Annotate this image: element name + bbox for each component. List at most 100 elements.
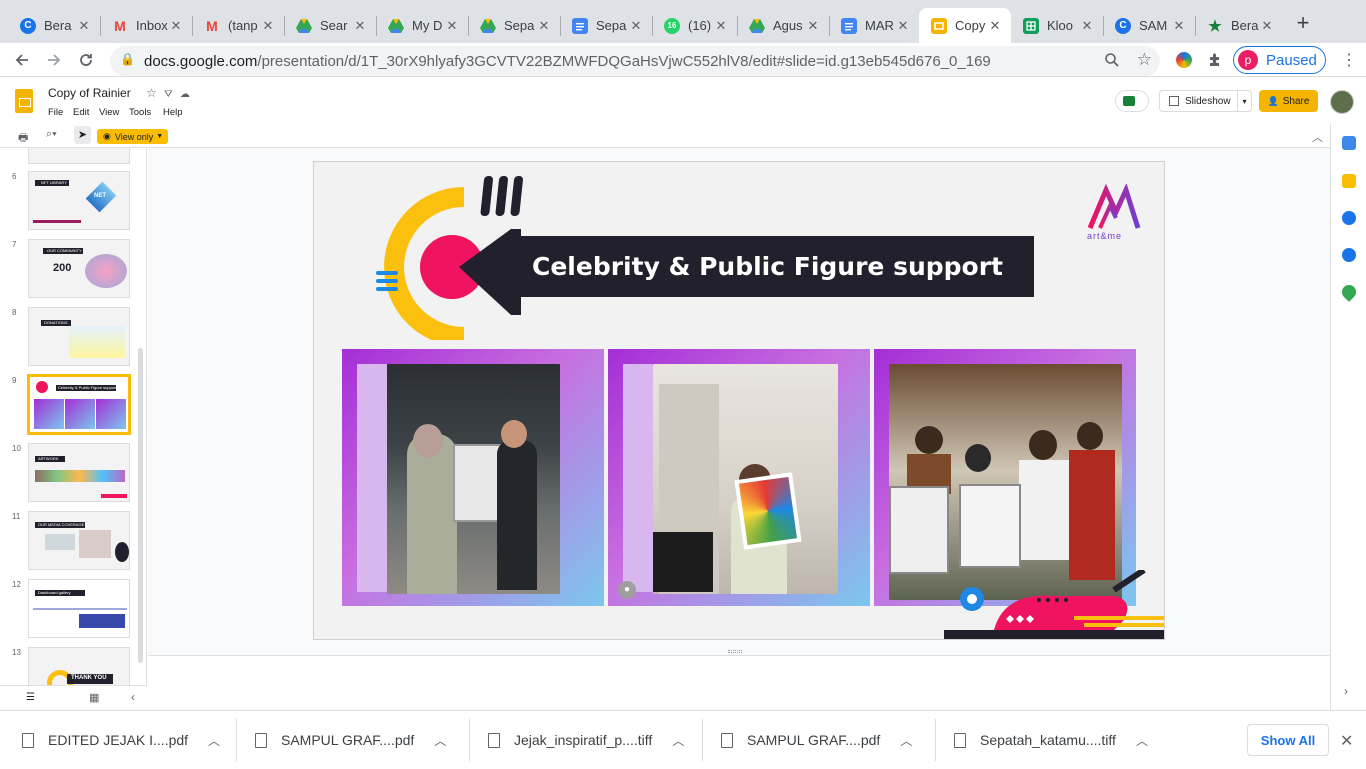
- menu-file[interactable]: File: [48, 107, 63, 118]
- star-icon[interactable]: ☆: [146, 86, 157, 100]
- download-item[interactable]: Jejak_inspiratif_p....tiff ︿: [488, 711, 684, 769]
- slide-thumbnail-9-selected[interactable]: Celebrity & Public Figure support: [27, 374, 131, 435]
- cloud-saved-icon[interactable]: ☁: [180, 89, 190, 100]
- calendar-icon[interactable]: [1342, 136, 1356, 150]
- chevron-up-icon[interactable]: ︿: [1136, 732, 1148, 749]
- chevron-up-icon[interactable]: ︿: [434, 732, 446, 749]
- new-tab-button[interactable]: +: [1291, 12, 1315, 36]
- contacts-icon[interactable]: [1342, 248, 1356, 262]
- menu-view[interactable]: View: [99, 107, 119, 118]
- close-icon[interactable]: ✕: [987, 18, 1003, 34]
- slide-thumbnail[interactable]: [28, 148, 130, 164]
- profile-paused-button[interactable]: p Paused: [1233, 46, 1326, 74]
- chevron-up-icon[interactable]: ︿: [900, 732, 912, 749]
- speaker-notes[interactable]: [148, 655, 1330, 710]
- slide-thumbnail-12[interactable]: Dashboard gallery: [28, 579, 130, 638]
- download-item[interactable]: EDITED JEJAK I....pdf ︿: [22, 711, 220, 769]
- menu-edit[interactable]: Edit: [73, 107, 89, 118]
- browser-tab[interactable]: Sear ✕: [284, 8, 376, 43]
- photo-frame-3[interactable]: [874, 349, 1136, 606]
- zoom-icon[interactable]: [1104, 52, 1120, 72]
- browser-tab-active[interactable]: Copy ✕: [919, 8, 1011, 43]
- browser-tab[interactable]: My D ✕: [376, 8, 468, 43]
- show-all-button[interactable]: Show All: [1247, 724, 1329, 756]
- slide-thumbnail-11[interactable]: OUR MEDIA COVERAGE: [28, 511, 130, 570]
- close-icon[interactable]: ✕: [628, 18, 644, 34]
- close-icon[interactable]: ✕: [1340, 731, 1353, 751]
- browser-tab[interactable]: M (tanp ✕: [192, 8, 284, 43]
- tab-title: Sepa: [504, 18, 535, 33]
- tasks-icon[interactable]: [1342, 211, 1356, 225]
- close-icon[interactable]: ✕: [444, 18, 460, 34]
- doc-title[interactable]: Copy of Rainier ☆ ⛛ ☁: [48, 86, 190, 100]
- close-icon[interactable]: ✕: [76, 18, 92, 34]
- slide-thumbnail-7[interactable]: OUR COMMUNITY 200: [28, 239, 130, 298]
- select-cursor-icon[interactable]: ➤: [74, 126, 91, 144]
- view-only-button[interactable]: ◉ View only ▼: [97, 129, 168, 144]
- slide-9[interactable]: Celebrity & Public Figure support art&me: [313, 161, 1165, 640]
- photo-frame-2[interactable]: ●: [608, 349, 870, 606]
- address-bar[interactable]: 🔒 docs.google.com/presentation/d/1T_30rX…: [110, 46, 1160, 76]
- browser-tab[interactable]: Sepa ✕: [560, 8, 652, 43]
- photo-frame-1[interactable]: [342, 349, 604, 606]
- shared-drive-icon[interactable]: ⛛: [164, 89, 172, 100]
- print-icon[interactable]: 🖶: [18, 129, 28, 148]
- slide-thumbnail-10[interactable]: ARTWORK: [28, 443, 130, 502]
- reload-button[interactable]: [73, 47, 99, 73]
- account-avatar[interactable]: [1330, 90, 1354, 114]
- browser-tab[interactable]: Sepa ✕: [468, 8, 560, 43]
- share-button[interactable]: 👤 Share: [1259, 90, 1318, 112]
- close-icon[interactable]: ✕: [895, 18, 911, 34]
- collapse-filmstrip-icon[interactable]: ‹: [131, 690, 135, 704]
- filmstrip-scrollbar[interactable]: [138, 348, 143, 663]
- close-icon[interactable]: ✕: [1079, 18, 1095, 34]
- close-icon[interactable]: ✕: [168, 18, 184, 34]
- copilot-extension-icon[interactable]: [1171, 47, 1197, 73]
- extensions-puzzle-icon[interactable]: [1202, 47, 1228, 73]
- browser-menu-icon[interactable]: ⋮: [1336, 47, 1362, 73]
- chevron-up-icon[interactable]: ︿: [672, 732, 684, 749]
- browser-tab[interactable]: C SAM ✕: [1103, 8, 1195, 43]
- list-view-icon[interactable]: ☰: [26, 692, 35, 703]
- close-icon[interactable]: ✕: [536, 18, 552, 34]
- slide-thumbnail-6[interactable]: NFT LIBRARY NET: [28, 171, 130, 230]
- menu-tools[interactable]: Tools: [129, 107, 151, 118]
- forward-button[interactable]: [41, 47, 67, 73]
- close-icon[interactable]: ✕: [805, 18, 821, 34]
- slide-thumbnail-8[interactable]: DONATIONS: [28, 307, 130, 366]
- back-button[interactable]: [9, 47, 35, 73]
- browser-tab[interactable]: 16 (16) \ ✕: [652, 8, 737, 43]
- slide-filmstrip[interactable]: 6 NFT LIBRARY NET 7 OUR COMMUNITY 200 8 …: [0, 148, 147, 685]
- google-slides-logo-icon[interactable]: [15, 89, 33, 113]
- browser-tab[interactable]: MAR ✕: [829, 8, 919, 43]
- keep-icon[interactable]: [1342, 174, 1356, 188]
- menu-help[interactable]: Help: [163, 107, 183, 118]
- slide-thumbnail-13[interactable]: THANK YOU: [28, 647, 130, 685]
- close-icon[interactable]: ✕: [260, 18, 276, 34]
- close-icon[interactable]: ✕: [352, 18, 368, 34]
- slideshow-dropdown-icon[interactable]: ▾: [1237, 91, 1251, 111]
- download-item[interactable]: Sepatah_katamu....tiff ︿: [954, 711, 1148, 769]
- zoom-out-icon[interactable]: ⌕▾: [46, 128, 57, 141]
- chevron-up-icon[interactable]: ︿: [208, 732, 220, 749]
- close-icon[interactable]: ✕: [1259, 18, 1275, 34]
- lock-icon[interactable]: 🔒: [120, 52, 135, 66]
- collapse-chevron-icon[interactable]: ︿: [1312, 129, 1323, 145]
- browser-tab[interactable]: Agus ✕: [737, 8, 829, 43]
- browser-tab[interactable]: M Inbox ✕: [100, 8, 192, 43]
- meet-button[interactable]: [1115, 90, 1149, 112]
- browser-tab[interactable]: Kloo ✕: [1011, 8, 1103, 43]
- expand-panel-icon[interactable]: ›: [1344, 684, 1348, 698]
- grid-view-icon[interactable]: ▦: [89, 691, 99, 704]
- download-item[interactable]: SAMPUL GRAF....pdf ︿: [255, 711, 446, 769]
- browser-tab[interactable]: ★ Bera ✕: [1195, 8, 1283, 43]
- resize-handle-icon[interactable]: [728, 650, 742, 653]
- download-item[interactable]: SAMPUL GRAF....pdf ︿: [721, 711, 912, 769]
- close-icon[interactable]: ✕: [713, 18, 729, 34]
- close-icon[interactable]: ✕: [1171, 18, 1187, 34]
- bookmark-star-icon[interactable]: ☆: [1137, 50, 1152, 70]
- maps-icon[interactable]: [1339, 282, 1359, 302]
- user-profile-icon[interactable]: ●: [618, 581, 636, 599]
- browser-tab[interactable]: C Bera ✕: [8, 8, 100, 43]
- slideshow-button[interactable]: Slideshow ▾: [1159, 90, 1252, 112]
